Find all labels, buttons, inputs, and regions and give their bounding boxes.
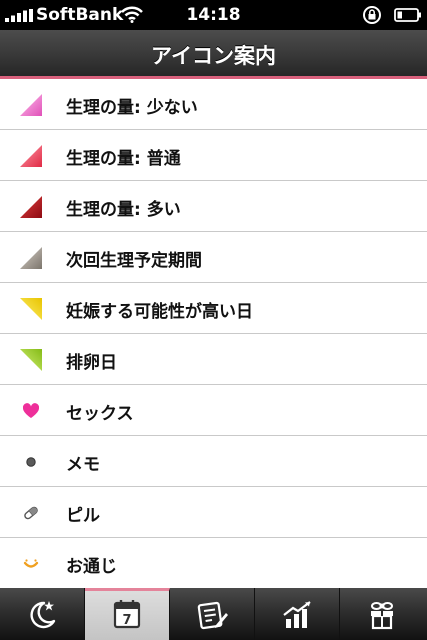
memo-dot-icon bbox=[26, 457, 36, 467]
calendar-icon: 7 bbox=[113, 600, 141, 629]
list-item: 生理の量: 少ない bbox=[0, 79, 427, 130]
list-item-label: 妊娠する可能性が高い日 bbox=[66, 302, 253, 322]
tab-moon[interactable] bbox=[0, 588, 85, 640]
yellow-triangle-icon bbox=[20, 298, 42, 320]
battery-icon bbox=[394, 8, 421, 22]
smile-icon bbox=[23, 559, 39, 568]
list-item-label: お通じ bbox=[66, 557, 117, 577]
list-item-label: 生理の量: 少ない bbox=[66, 98, 198, 118]
list-item-label: 生理の量: 普通 bbox=[66, 149, 181, 169]
list-item: 生理の量: 多い bbox=[0, 181, 427, 232]
status-bar: SoftBank 14:18 bbox=[0, 0, 427, 30]
list-item: 妊娠する可能性が高い日 bbox=[0, 283, 427, 334]
list-item-label: 次回生理予定期間 bbox=[66, 251, 202, 271]
list-item: 生理の量: 普通 bbox=[0, 130, 427, 181]
chart-icon bbox=[283, 601, 311, 628]
notepad-icon bbox=[197, 601, 228, 630]
green-triangle-icon bbox=[20, 349, 42, 371]
list-item: セックス bbox=[0, 385, 427, 436]
tab-chart[interactable] bbox=[255, 588, 340, 640]
calendar-day-number: 7 bbox=[122, 613, 131, 628]
list-item: ピル bbox=[0, 487, 427, 538]
dark-red-triangle-icon bbox=[20, 196, 42, 218]
tab-calendar[interactable]: 7 bbox=[85, 588, 170, 640]
tab-bar: 7 bbox=[0, 588, 427, 640]
list-item: 次回生理予定期間 bbox=[0, 232, 427, 283]
pink-triangle-icon bbox=[20, 94, 42, 116]
icon-legend-list: 生理の量: 少ない 生理の量: 普通 生理の量: 多い 次回生理予定期間 妊娠す… bbox=[0, 79, 427, 589]
list-item-label: メモ bbox=[66, 455, 100, 475]
list-item: 排卵日 bbox=[0, 334, 427, 385]
tab-notepad[interactable] bbox=[170, 588, 255, 640]
gray-triangle-icon bbox=[20, 247, 42, 269]
moon-star-icon bbox=[30, 601, 56, 629]
page-title: アイコン案内 bbox=[151, 44, 276, 68]
red-triangle-icon bbox=[20, 145, 42, 167]
gift-flower-icon bbox=[371, 602, 393, 630]
list-item-label: ピル bbox=[66, 506, 100, 526]
heart-icon bbox=[22, 403, 40, 418]
navigation-bar: アイコン案内 bbox=[0, 30, 427, 79]
list-item: お通じ bbox=[0, 538, 427, 589]
tab-gift[interactable] bbox=[340, 588, 427, 640]
list-item-label: 排卵日 bbox=[66, 353, 117, 373]
list-item: メモ bbox=[0, 436, 427, 487]
list-item-label: 生理の量: 多い bbox=[66, 200, 181, 220]
pill-icon bbox=[24, 506, 38, 520]
list-item-label: セックス bbox=[66, 404, 134, 424]
rotation-lock-icon bbox=[363, 6, 381, 24]
